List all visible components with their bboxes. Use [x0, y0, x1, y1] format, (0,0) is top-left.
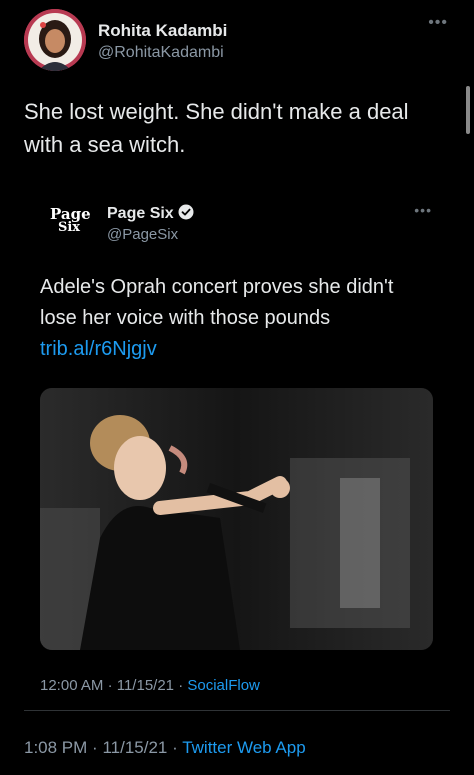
tweet-separator-2: · [172, 738, 178, 757]
tweet-date[interactable]: 11/15/21 [102, 738, 167, 757]
quoted-link[interactable]: trib.al/r6Njgjv [40, 338, 157, 360]
quoted-tweet-card[interactable]: Page Six Page Six @PageSix ••• Adele's O… [24, 190, 450, 716]
quoted-tweet-text: Adele's Oprah concert proves she didn't … [40, 272, 410, 365]
divider [24, 710, 450, 711]
quoted-author-handle[interactable]: @PageSix [107, 226, 178, 243]
more-horizontal-icon[interactable]: ••• [428, 14, 448, 32]
quoted-date[interactable]: 11/15/21 [117, 677, 174, 694]
tweet-separator: · [92, 738, 98, 757]
tweet: Rohita Kadambi @RohitaKadambi ••• She lo… [0, 0, 474, 775]
page-six-logo[interactable]: Page Six [50, 207, 91, 235]
tweet-meta: 1:08 PM · 11/15/21 · Twitter Web App [24, 738, 306, 758]
tweet-time[interactable]: 1:08 PM [24, 738, 87, 757]
scrollbar[interactable] [466, 86, 470, 134]
quoted-time[interactable]: 12:00 AM [40, 677, 103, 694]
tweet-source[interactable]: Twitter Web App [182, 738, 305, 757]
quoted-author-name-text: Page Six [107, 205, 174, 222]
quoted-source[interactable]: SocialFlow [187, 677, 260, 694]
quoted-more-horizontal-icon[interactable]: ••• [414, 202, 432, 218]
quoted-author-name[interactable]: Page Six [107, 204, 194, 225]
quoted-separator-2: · [178, 677, 184, 694]
author-handle[interactable]: @RohitaKadambi [98, 44, 224, 62]
avatar[interactable] [24, 9, 86, 71]
quoted-tweet-photo[interactable] [40, 388, 433, 650]
tweet-text: She lost weight. She didn't make a deal … [24, 99, 409, 157]
quoted-text-body: Adele's Oprah concert proves she didn't … [40, 276, 394, 329]
quoted-tweet-meta: 12:00 AM · 11/15/21 · SocialFlow [40, 677, 260, 694]
verified-badge-icon [178, 204, 194, 225]
quoted-separator: · [107, 677, 113, 694]
author-name[interactable]: Rohita Kadambi [98, 21, 227, 41]
